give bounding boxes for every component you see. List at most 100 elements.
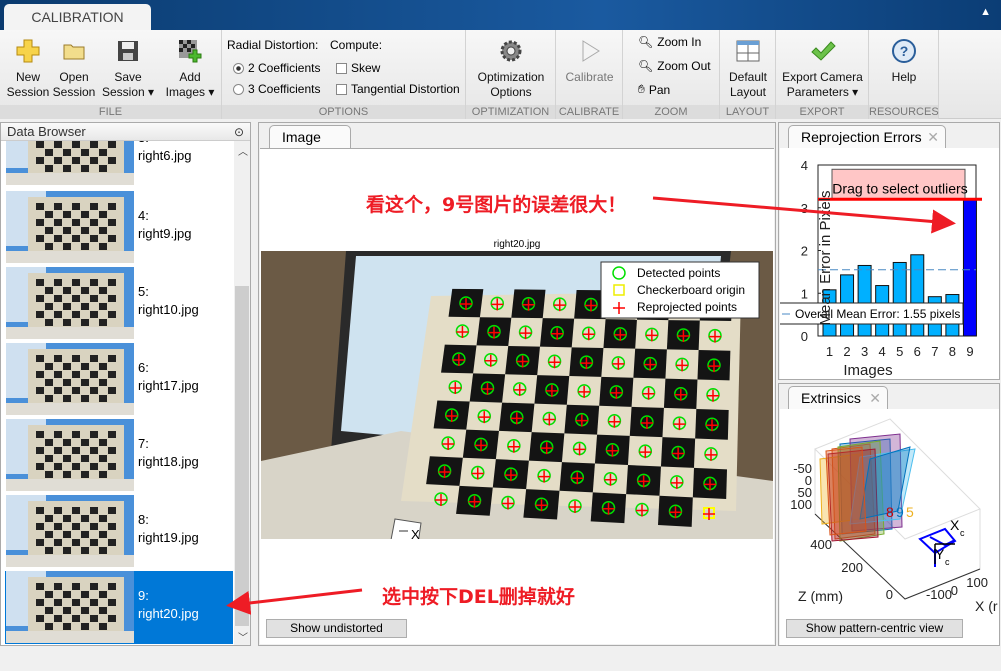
optimization-options-button[interactable]: Optimization Options — [468, 38, 554, 100]
show-pattern-centric-view-button[interactable]: Show pattern-centric view — [786, 619, 963, 638]
x-tick-label: 7 — [931, 344, 938, 359]
thumbnail-image — [6, 191, 134, 263]
new-session-button[interactable]: New Session — [6, 38, 50, 100]
default-layout-button[interactable]: Default Layout — [722, 38, 774, 100]
axis-x-label: X — [411, 527, 420, 539]
image-legend: Detected points Checkerboard origin Reproj… — [600, 261, 760, 319]
x-tick-label: 2 — [843, 344, 850, 359]
bar-3 — [857, 264, 872, 337]
scroll-up-icon[interactable]: ︿ — [238, 143, 248, 158]
reprojection-errors-panel: Reprojection Errors ✕ 0 1 2 3 4 1 2 3 4 5 6 7 8 9 Drag … — [778, 122, 1000, 380]
x-tick-label: -100 — [926, 587, 952, 602]
camera-x-sub: c — [960, 528, 965, 538]
tab-reprojection-errors[interactable]: Reprojection Errors ✕ — [788, 125, 946, 148]
zoom-in-button[interactable]: 🔍︎ Zoom In — [638, 35, 701, 49]
annotation-top: 看这个，9号图片的误差很大！ — [366, 194, 627, 216]
toolstrip: New Session Open Session Save Session ▾ Add… — [0, 30, 1001, 119]
data-browser-item[interactable]: 3:right6.jpg — [5, 141, 233, 186]
data-browser-list: 3:right6.jpg 4:right9.jpg5:right10.jpg6:r… — [1, 141, 233, 645]
x-tick-label: 6 — [914, 344, 921, 359]
x-tick-label: 5 — [896, 344, 903, 359]
add-images-icon — [179, 40, 202, 63]
bar-5 — [892, 261, 907, 337]
drag-to-select-label: Drag to select outliers — [832, 181, 967, 197]
show-undistorted-button[interactable]: Show undistorted — [266, 619, 407, 638]
y-tick-label: 3 — [801, 201, 808, 216]
data-browser-item[interactable]: 8: right19.jpg — [5, 495, 233, 568]
x-tick-label: 3 — [861, 344, 868, 359]
reprojection-errors-chart[interactable]: 012341 2 3 4 5 6 7 8 9Drag to select outliersOve… — [780, 148, 999, 379]
save-session-button[interactable]: Save Session ▾ — [100, 38, 156, 100]
close-icon[interactable]: ✕ — [869, 387, 881, 409]
data-browser-panel: Data Browser ⊙ 3:right6.jpg 4:right9.jpg5… — [0, 122, 251, 646]
scroll-down-icon[interactable]: ﹀ — [238, 629, 248, 644]
file-section: New Session Open Session Save Session ▾ Add… — [0, 30, 222, 119]
options-section: Radial Distortion: Compute: 2 Coefficien… — [222, 30, 466, 119]
panel-menu-icon[interactable]: ⊙ — [234, 124, 244, 141]
checkbox-icon — [336, 62, 347, 74]
radio-2-coefficients[interactable]: 2 Coefficients — [233, 61, 321, 75]
radio-icon — [233, 83, 244, 95]
depth-tick-label: 0 — [886, 587, 893, 602]
y-tick-label: 0 — [801, 329, 808, 344]
zoom-out-button[interactable]: 🔍︎ Zoom Out — [638, 59, 711, 73]
depth-tick-label: 200 — [841, 560, 863, 575]
pan-button[interactable]: ✋︎ Pan — [638, 82, 670, 97]
help-button[interactable]: ? Help — [871, 38, 937, 85]
camera-y-sub: c — [945, 557, 950, 567]
gear-icon — [500, 40, 522, 62]
tangential-checkbox[interactable]: Tangential Distortion — [336, 82, 460, 96]
export-camera-parameters-button[interactable]: Export Camera Parameters ▾ — [778, 38, 867, 100]
checkbox-icon — [336, 83, 347, 95]
radio-3-coefficients[interactable]: 3 Coefficients — [233, 82, 321, 96]
camera-x-label: X — [950, 517, 960, 533]
camera-y-label: Y — [935, 546, 945, 562]
zoom-section: 🔍︎ Zoom In 🔍︎ Zoom Out ✋︎ Pan ZOOM — [623, 30, 720, 119]
save-icon — [118, 41, 138, 61]
open-session-button[interactable]: Open Session — [52, 38, 96, 100]
collapse-toolstrip-icon[interactable]: ▲ — [980, 6, 991, 18]
y-tick-label: 2 — [801, 244, 808, 259]
extrinsics-plot[interactable]: 8 9 5 Xc Yc -50 0 50 100 400 200 0 100 0 -100 Z (mm) X (… — [780, 409, 999, 645]
calibrate-button[interactable]: Calibrate — [558, 38, 621, 85]
legend-entry: Detected points — [637, 266, 720, 280]
folder-icon — [63, 44, 85, 60]
resources-section: ? Help RESOURCES — [869, 30, 939, 119]
data-browser-item[interactable]: 4: right9.jpg — [5, 191, 233, 264]
data-browser-item[interactable]: 5: right10.jpg — [5, 267, 233, 340]
extrinsics-3d-view[interactable]: 8 9 5X cY c-5005010040020001000-100Z (mm)X (… — [780, 409, 999, 614]
calibration-image[interactable]: Detected points Checkerboard origin Reproj… — [261, 251, 773, 539]
skew-checkbox[interactable]: Skew — [336, 61, 380, 75]
zoom-out-icon: 🔍︎ — [638, 59, 654, 73]
pattern-label: 9 — [896, 504, 904, 520]
tab-image[interactable]: Image — [269, 125, 351, 148]
radio-icon — [233, 62, 244, 74]
add-images-button[interactable]: Add Images ▾ — [162, 38, 218, 100]
x-axis-label: X (r — [975, 598, 998, 614]
z-axis-label: Z (mm) — [798, 588, 843, 604]
data-browser-header: Data Browser ⊙ — [1, 123, 250, 141]
x-tick-label: 4 — [879, 344, 886, 359]
layout-icon — [736, 40, 760, 62]
data-browser-item[interactable]: 9: right20.jpg — [5, 571, 233, 644]
close-icon[interactable]: ✕ — [927, 126, 939, 148]
tab-extrinsics[interactable]: Extrinsics ✕ — [788, 386, 888, 409]
thumbnail-image — [6, 141, 134, 185]
thumbnail-image — [6, 343, 134, 415]
thumbnail-image — [6, 495, 134, 567]
tab-calibration[interactable]: CALIBRATION — [4, 4, 151, 31]
help-icon: ? — [892, 39, 916, 63]
layout-section: Default Layout LAYOUT — [720, 30, 776, 119]
thumbnail-image — [6, 267, 134, 339]
zoom-in-icon: 🔍︎ — [638, 35, 654, 49]
annotation-bottom: 选中按下DEL删掉就好 — [382, 586, 575, 608]
data-browser-item[interactable]: 6: right17.jpg — [5, 343, 233, 416]
scrollbar[interactable]: ︿ ﹀ — [234, 141, 250, 645]
image-area: right20.jpg Detected points Checkerboard … — [260, 148, 774, 644]
calibrate-section: Calibrate CALIBRATE — [556, 30, 623, 119]
thumbnail-image — [6, 571, 134, 643]
pan-hand-icon: ✋︎ — [638, 82, 645, 96]
scrollbar-thumb[interactable] — [235, 286, 249, 626]
data-browser-item[interactable]: 7: right18.jpg — [5, 419, 233, 492]
depth-tick-label: 400 — [810, 537, 832, 552]
